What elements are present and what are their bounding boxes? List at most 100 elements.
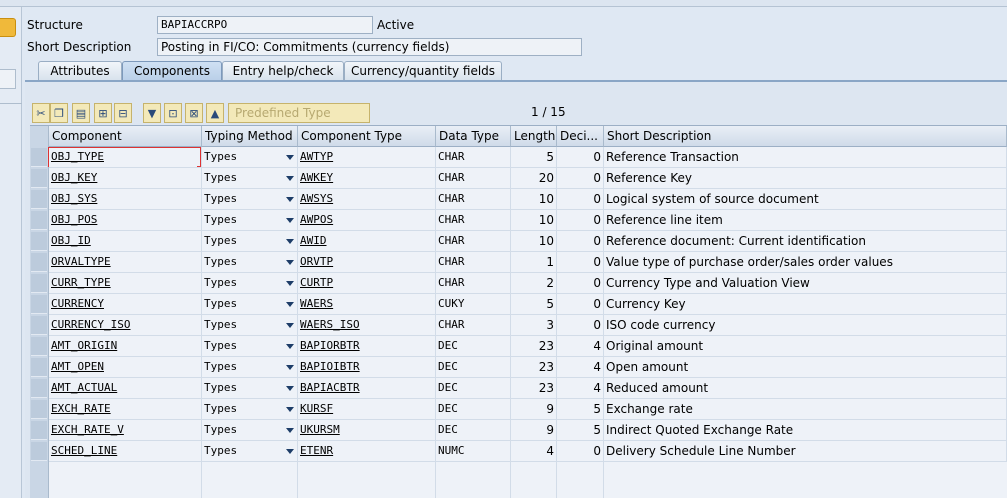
dropdown-arrow-icon[interactable] <box>286 281 294 286</box>
row-selector[interactable] <box>31 442 47 461</box>
cell-component[interactable]: SCHED_LINE <box>49 441 202 462</box>
row-selector[interactable] <box>31 358 47 377</box>
cell-component-type[interactable]: BAPIORBTR <box>298 336 436 357</box>
cell-short-description[interactable]: ISO code currency <box>604 315 1007 336</box>
table-row[interactable]: CURR_TYPE Types CURTP CHAR 2 0 Currency Type a… <box>49 273 1007 294</box>
cell-component[interactable]: AMT_ACTUAL <box>49 378 202 399</box>
cell-length[interactable]: 10 <box>511 210 557 231</box>
cell-component[interactable]: EXCH_RATE <box>49 399 202 420</box>
dropdown-arrow-icon[interactable] <box>286 176 294 181</box>
structure-field[interactable]: BAPIACCRPO <box>157 16 373 34</box>
cell-component[interactable]: OBJ_SYS <box>49 189 202 210</box>
cell-component-type[interactable]: WAERS_ISO <box>298 315 436 336</box>
cell-length[interactable]: 23 <box>511 378 557 399</box>
cell-short-description[interactable]: Reference document: Current identificati… <box>604 231 1007 252</box>
cell-component[interactable]: CURRENCY <box>49 294 202 315</box>
cell-short-description[interactable]: Currency Key <box>604 294 1007 315</box>
cell-data-type[interactable]: CHAR <box>436 210 511 231</box>
cell-data-type[interactable]: CHAR <box>436 147 511 168</box>
column-header-length[interactable]: Length <box>511 126 557 147</box>
cell-component-type[interactable]: AWTYP <box>298 147 436 168</box>
cell-typing-method[interactable]: Types <box>202 189 298 210</box>
cell-component-type[interactable]: AWKEY <box>298 168 436 189</box>
cell-short-description[interactable]: Logical system of source document <box>604 189 1007 210</box>
cell-data-type[interactable]: CHAR <box>436 273 511 294</box>
dropdown-arrow-icon[interactable] <box>286 197 294 202</box>
dropdown-arrow-icon[interactable] <box>286 155 294 160</box>
cell-length[interactable]: 23 <box>511 357 557 378</box>
cell-length[interactable]: 5 <box>511 294 557 315</box>
left-expand-handle[interactable] <box>0 18 16 37</box>
cell-short-description[interactable]: Reduced amount <box>604 378 1007 399</box>
row-selector[interactable] <box>31 211 47 230</box>
cell-component-type[interactable]: BAPIACBTR <box>298 378 436 399</box>
filter-icon[interactable]: ▼ <box>143 103 161 123</box>
table-row[interactable]: AMT_OPEN Types BAPIOIBTR DEC 23 4 Open amount <box>49 357 1007 378</box>
row-selector[interactable] <box>31 169 47 188</box>
cell-decimals[interactable]: 0 <box>557 189 604 210</box>
cell-component[interactable]: AMT_OPEN <box>49 357 202 378</box>
cell-component-type[interactable]: BAPIOIBTR <box>298 357 436 378</box>
dropdown-arrow-icon[interactable] <box>286 260 294 265</box>
find-next-icon[interactable]: ⊠ <box>185 103 203 123</box>
cell-component[interactable]: OBJ_POS <box>49 210 202 231</box>
cell-decimals[interactable]: 5 <box>557 420 604 441</box>
cell-component[interactable]: OBJ_KEY <box>49 168 202 189</box>
cell-short-description[interactable]: Indirect Quoted Exchange Rate <box>604 420 1007 441</box>
paste-icon[interactable]: ▤ <box>72 103 90 123</box>
predefined-type-button[interactable]: Predefined Type <box>228 103 370 123</box>
left-panel-toggle[interactable] <box>0 69 16 89</box>
cell-typing-method[interactable]: Types <box>202 399 298 420</box>
table-row[interactable]: EXCH_RATE_V Types UKURSM DEC 9 5 Indirect Quot… <box>49 420 1007 441</box>
cell-length[interactable]: 1 <box>511 252 557 273</box>
short-description-field[interactable]: Posting in FI/CO: Commitments (currency … <box>157 38 582 56</box>
table-row[interactable]: ORVALTYPE Types ORVTP CHAR 1 0 Value type of p… <box>49 252 1007 273</box>
column-header-short-description[interactable]: Short Description <box>604 126 1007 147</box>
cut-icon[interactable]: ✂ <box>32 103 50 123</box>
cell-component[interactable]: EXCH_RATE_V <box>49 420 202 441</box>
cell-length[interactable]: 4 <box>511 441 557 462</box>
table-row[interactable]: OBJ_KEY Types AWKEY CHAR 20 0 Reference Key <box>49 168 1007 189</box>
cell-data-type[interactable]: CHAR <box>436 189 511 210</box>
dropdown-arrow-icon[interactable] <box>286 449 294 454</box>
table-row[interactable]: OBJ_ID Types AWID CHAR 10 0 Reference document… <box>49 231 1007 252</box>
cell-length[interactable]: 20 <box>511 168 557 189</box>
cell-data-type[interactable]: NUMC <box>436 441 511 462</box>
cell-short-description[interactable]: Original amount <box>604 336 1007 357</box>
insert-row-icon[interactable]: ⊞ <box>94 103 112 123</box>
tab-attributes[interactable]: Attributes <box>38 61 122 81</box>
cell-short-description[interactable]: Exchange rate <box>604 399 1007 420</box>
column-header-decimals[interactable]: Deci... <box>557 126 604 147</box>
table-row[interactable]: OBJ_SYS Types AWSYS CHAR 10 0 Logical system o… <box>49 189 1007 210</box>
find-icon[interactable]: ⊡ <box>164 103 182 123</box>
row-selector[interactable] <box>31 148 47 167</box>
table-row[interactable]: AMT_ACTUAL Types BAPIACBTR DEC 23 4 Reduced am… <box>49 378 1007 399</box>
cell-typing-method[interactable]: Types <box>202 168 298 189</box>
cell-component[interactable]: AMT_ORIGIN <box>49 336 202 357</box>
cell-decimals[interactable]: 5 <box>557 399 604 420</box>
cell-data-type[interactable]: CHAR <box>436 231 511 252</box>
dropdown-arrow-icon[interactable] <box>286 302 294 307</box>
table-row[interactable]: OBJ_POS Types AWPOS CHAR 10 0 Reference line i… <box>49 210 1007 231</box>
cell-length[interactable]: 2 <box>511 273 557 294</box>
cell-short-description[interactable]: Reference Transaction <box>604 147 1007 168</box>
column-header-typing-method[interactable]: Typing Method <box>202 126 298 147</box>
cell-decimals[interactable]: 0 <box>557 210 604 231</box>
up-icon[interactable]: ▲ <box>206 103 224 123</box>
cell-component-type[interactable]: ORVTP <box>298 252 436 273</box>
row-selector[interactable] <box>31 379 47 398</box>
cell-short-description[interactable]: Currency Type and Valuation View <box>604 273 1007 294</box>
cell-data-type[interactable]: CHAR <box>436 252 511 273</box>
dropdown-arrow-icon[interactable] <box>286 428 294 433</box>
cell-typing-method[interactable]: Types <box>202 420 298 441</box>
cell-data-type[interactable]: DEC <box>436 336 511 357</box>
dropdown-arrow-icon[interactable] <box>286 323 294 328</box>
cell-decimals[interactable]: 0 <box>557 273 604 294</box>
cell-typing-method[interactable]: Types <box>202 231 298 252</box>
cell-decimals[interactable]: 0 <box>557 231 604 252</box>
cell-length[interactable]: 23 <box>511 336 557 357</box>
dropdown-arrow-icon[interactable] <box>286 239 294 244</box>
cell-typing-method[interactable]: Types <box>202 252 298 273</box>
cell-decimals[interactable]: 0 <box>557 441 604 462</box>
cell-component-type[interactable]: KURSF <box>298 399 436 420</box>
